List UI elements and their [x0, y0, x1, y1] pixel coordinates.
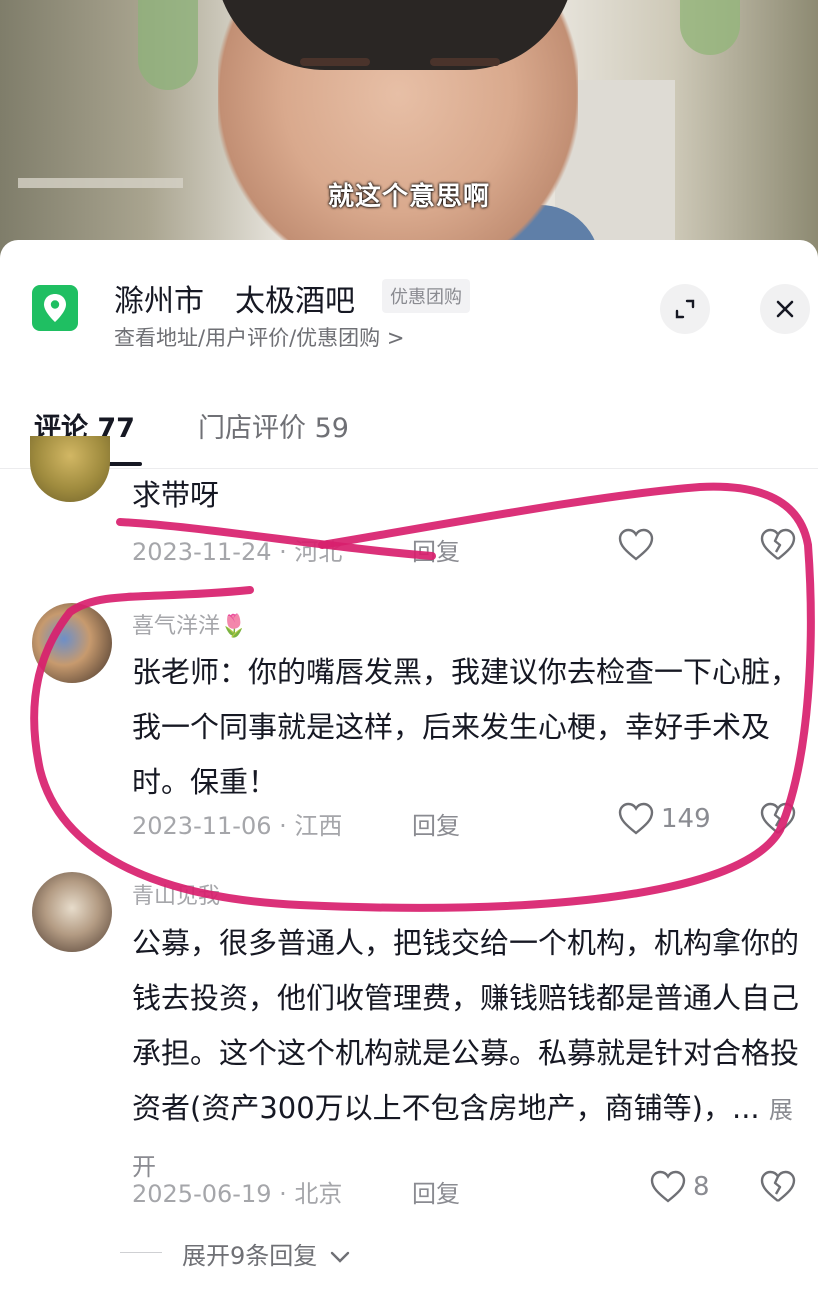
like-count: 149 [661, 804, 711, 834]
dislike-button[interactable] [760, 1170, 796, 1208]
background-plant [680, 0, 740, 55]
tab-store-reviews[interactable]: 门店评价 59 [198, 406, 349, 445]
speaker-eye [300, 58, 370, 66]
reply-button[interactable]: 回复 [412, 806, 460, 841]
reply-button[interactable]: 回复 [412, 1174, 460, 1209]
heart-icon [618, 802, 654, 835]
comment-username[interactable]: 青山见我 [132, 878, 220, 910]
comment-text: 求带呀 [132, 478, 220, 512]
dislike-button[interactable] [760, 802, 796, 840]
divider [120, 1252, 162, 1253]
poi-subtitle-link[interactable]: 查看地址/用户评价/优惠团购 > [114, 322, 404, 352]
comment-meta: 2023-11-24 · 河北 [132, 538, 343, 566]
expand-replies-button[interactable]: 展开9条回复 [182, 1236, 351, 1271]
video-subtitle: 就这个意思啊 [327, 182, 490, 212]
close-icon [776, 300, 794, 318]
poi-deal-badge[interactable]: 优惠团购 [382, 279, 470, 313]
heart-icon [650, 1170, 686, 1203]
speaker-eye [430, 58, 500, 66]
avatar[interactable] [30, 436, 110, 502]
close-button[interactable] [760, 284, 810, 334]
poi-name[interactable]: 太极酒吧 [235, 276, 355, 320]
comment-sheet: 滁州市 太极酒吧 优惠团购 查看地址/用户评价/优惠团购 > 评论 77 门店评… [0, 240, 818, 1306]
location-pin-icon[interactable] [32, 285, 78, 331]
poi-city[interactable]: 滁州市 [114, 276, 204, 320]
comment-text: 公募，很多普通人，把钱交给一个机构，机构拿你的钱去投资，他们收管理费，赚钱赔钱都… [132, 916, 807, 1195]
expand-button[interactable] [660, 284, 710, 334]
avatar[interactable] [32, 603, 112, 683]
heart-icon [618, 528, 654, 561]
broken-heart-icon [760, 528, 796, 560]
comment-meta: 2023-11-06 · 江西 [132, 812, 343, 840]
background-plant [138, 0, 198, 90]
video-player[interactable]: 就这个意思啊 [0, 0, 818, 262]
broken-heart-icon [760, 802, 796, 834]
expand-icon [675, 299, 695, 319]
dislike-button[interactable] [760, 528, 796, 566]
broken-heart-icon [760, 1170, 796, 1202]
comment-text: 张老师：你的嘴唇发黑，我建议你去检查一下心脏，我一个同事就是这样，后来发生心梗，… [132, 655, 800, 799]
like-count: 8 [693, 1172, 710, 1202]
expand-replies-label: 展开9条回复 [182, 1242, 318, 1270]
reply-button[interactable]: 回复 [412, 532, 460, 567]
comment-meta: 2025-06-19 · 北京 [132, 1180, 343, 1208]
chevron-down-icon [330, 1251, 350, 1263]
comment-body: 公募，很多普通人，把钱交给一个机构，机构拿你的钱去投资，他们收管理费，赚钱赔钱都… [132, 926, 800, 1125]
avatar[interactable] [32, 872, 112, 952]
comment-username[interactable]: 喜气洋洋🌷 [132, 608, 247, 640]
